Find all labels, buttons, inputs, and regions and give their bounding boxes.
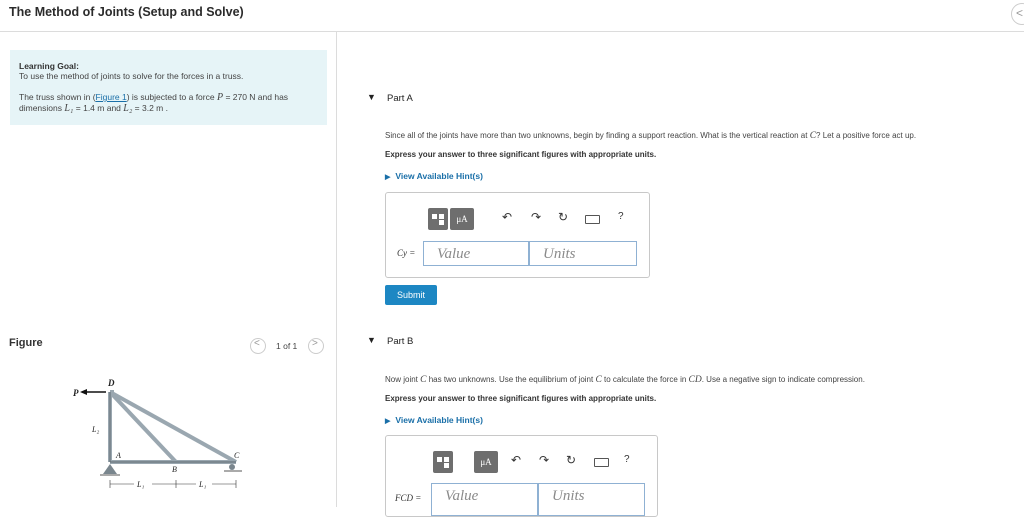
problem-text: ) is subjected to a force bbox=[126, 92, 217, 102]
label-l2: L₂ bbox=[91, 425, 99, 434]
label-d: D bbox=[107, 378, 115, 388]
question-text: Since all of the joints have more than t… bbox=[385, 131, 810, 140]
page-title: The Method of Joints (Setup and Solve) bbox=[9, 5, 244, 19]
label-b: B bbox=[172, 465, 177, 474]
hint-text: View Available Hint(s) bbox=[395, 171, 483, 181]
top-bar: The Method of Joints (Setup and Solve) < bbox=[0, 0, 1024, 32]
templates-button[interactable] bbox=[433, 451, 453, 473]
units-field[interactable] bbox=[529, 241, 640, 266]
value-field[interactable] bbox=[423, 241, 534, 266]
l2-variable: L₂ bbox=[123, 103, 133, 114]
learning-goal-heading: Learning Goal: bbox=[19, 61, 79, 71]
roller-support-c bbox=[229, 464, 235, 470]
label-l1: L₁ bbox=[136, 480, 144, 489]
reset-icon[interactable]: ↻ bbox=[566, 453, 576, 467]
label-p: P bbox=[73, 388, 79, 398]
caret-right-icon: ▶ bbox=[385, 174, 391, 181]
part-a-answer-box: μA ↶ ↷ ↻ ? Cy = bbox=[385, 192, 650, 278]
units-field[interactable] bbox=[538, 483, 649, 516]
l2-value: = 3.2 m . bbox=[132, 103, 168, 113]
value-input[interactable] bbox=[435, 242, 534, 266]
chevron-right-icon: > bbox=[312, 338, 318, 349]
redo-icon[interactable]: ↷ bbox=[531, 210, 541, 224]
chevron-left-icon: < bbox=[1016, 6, 1024, 20]
units-input[interactable] bbox=[541, 242, 640, 266]
hint-text: View Available Hint(s) bbox=[395, 415, 483, 425]
question-text: ? Let a positive force act up. bbox=[816, 131, 917, 140]
question-variable: CD bbox=[688, 375, 702, 385]
learning-goal-box: Learning Goal: To use the method of join… bbox=[10, 50, 327, 125]
part-a-label[interactable]: Part A bbox=[387, 93, 413, 104]
collapse-part-a-icon[interactable]: ▼ bbox=[367, 92, 376, 102]
reset-icon[interactable]: ↻ bbox=[558, 210, 568, 224]
force-arrowhead bbox=[80, 389, 87, 395]
figure-heading: Figure bbox=[9, 337, 43, 349]
right-panel: ▼ Part A Since all of the joints have mo… bbox=[337, 32, 1024, 517]
units-button[interactable]: μA bbox=[450, 208, 474, 230]
part-b-answer-box: μA ↶ ↷ ↻ ? FCD = bbox=[385, 435, 658, 517]
question-text: has two unknowns. Use the equilibrium of… bbox=[426, 375, 596, 384]
cy-label: Cy = bbox=[397, 248, 416, 258]
part-b-label[interactable]: Part B bbox=[387, 336, 413, 347]
label-c: C bbox=[234, 451, 240, 460]
pin-support-a bbox=[103, 464, 117, 474]
part-a-question: Since all of the joints have more than t… bbox=[385, 131, 916, 141]
collapse-part-b-icon[interactable]: ▼ bbox=[367, 335, 376, 345]
part-a-instruction: Express your answer to three significant… bbox=[385, 150, 657, 159]
caret-right-icon: ▶ bbox=[385, 418, 391, 425]
question-text: Now joint bbox=[385, 375, 421, 384]
units-input[interactable] bbox=[550, 484, 649, 508]
figure-prev-button[interactable]: < bbox=[250, 338, 266, 354]
figure-link[interactable]: Figure 1 bbox=[96, 92, 127, 102]
units-button[interactable]: μA bbox=[474, 451, 498, 473]
value-field[interactable] bbox=[431, 483, 542, 516]
label-l1: L₁ bbox=[198, 480, 206, 489]
part-b-hint-link[interactable]: ▶ View Available Hint(s) bbox=[385, 415, 483, 425]
truss-figure: D P L₂ A B C L₁ L₁ bbox=[73, 378, 242, 489]
chevron-left-icon: < bbox=[254, 338, 260, 349]
question-text: . Use a negative sign to indicate compre… bbox=[701, 375, 865, 384]
value-input[interactable] bbox=[443, 484, 542, 508]
learning-goal-text: To use the method of joints to solve for… bbox=[19, 71, 244, 81]
part-a-hint-link[interactable]: ▶ View Available Hint(s) bbox=[385, 171, 483, 181]
part-b-instruction: Express your answer to three significant… bbox=[385, 394, 657, 403]
redo-icon[interactable]: ↷ bbox=[539, 453, 549, 467]
templates-icon bbox=[432, 214, 444, 225]
undo-icon[interactable]: ↶ bbox=[511, 453, 521, 467]
truss-member-dc bbox=[109, 390, 237, 464]
help-icon[interactable]: ? bbox=[618, 211, 624, 222]
keyboard-icon[interactable] bbox=[585, 215, 600, 224]
part-b-question: Now joint C has two unknowns. Use the eq… bbox=[385, 375, 865, 385]
left-panel: Learning Goal: To use the method of join… bbox=[0, 32, 337, 507]
question-text: to calculate the force in bbox=[601, 375, 689, 384]
help-icon[interactable]: ? bbox=[624, 454, 630, 465]
label-a: A bbox=[115, 451, 121, 460]
l1-value: = 1.4 m and bbox=[73, 103, 124, 113]
figure-next-button[interactable]: > bbox=[308, 338, 324, 354]
problem-statement: The truss shown in (Figure 1) is subject… bbox=[19, 92, 319, 114]
undo-icon[interactable]: ↶ bbox=[502, 210, 512, 224]
figure-pager: 1 of 1 bbox=[276, 341, 298, 351]
submit-button[interactable]: Submit bbox=[385, 285, 437, 305]
templates-icon bbox=[437, 457, 449, 468]
fcd-label: FCD = bbox=[395, 493, 422, 503]
problem-text: The truss shown in ( bbox=[19, 92, 96, 102]
nav-back-button[interactable]: < bbox=[1011, 3, 1024, 25]
keyboard-icon[interactable] bbox=[594, 458, 609, 467]
templates-button[interactable] bbox=[428, 208, 448, 230]
